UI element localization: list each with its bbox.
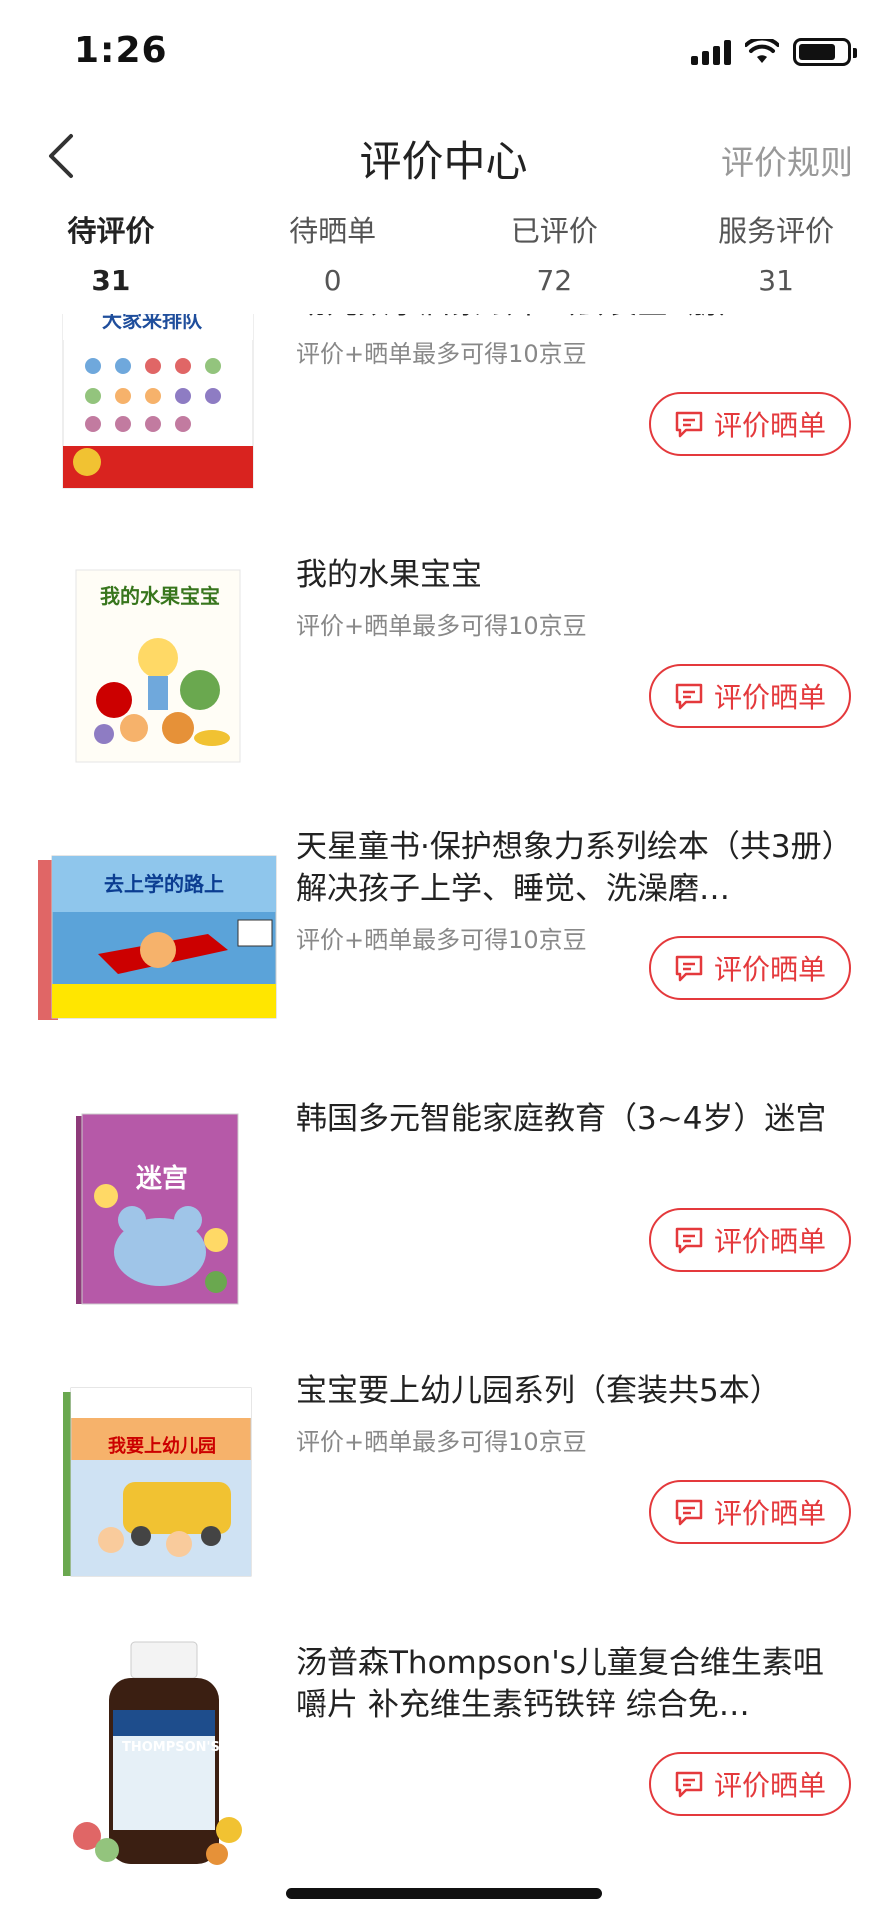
product-image[interactable]: 大家来排队 xyxy=(38,314,278,492)
product-image[interactable]: 去上学的路上 xyxy=(38,840,278,1036)
tab-pending-review[interactable]: 待评价 31 xyxy=(0,210,222,310)
tab-label: 已评价 xyxy=(510,214,598,248)
product-title[interactable]: 我的水果宝宝 xyxy=(296,554,844,596)
reward-hint: 评价+晒单最多可得10京豆 xyxy=(296,926,587,954)
review-button[interactable]: 评价晒单 xyxy=(649,1752,851,1816)
battery-icon xyxy=(793,38,857,66)
product-image[interactable]: THOMPSON'S xyxy=(38,1640,278,1870)
comment-icon xyxy=(675,955,703,982)
tab-count: 31 xyxy=(91,264,131,297)
tab-label: 待评价 xyxy=(67,214,155,248)
tab-service-review[interactable]: 服务评价 31 xyxy=(665,210,887,310)
tab-label: 服务评价 xyxy=(718,214,835,248)
list-item[interactable]: 去上学的路上 天星童书·保护想象力系列绘本（共3册）解决孩子上学、睡觉、洗澡磨…… xyxy=(0,800,887,1072)
list-item[interactable]: 迷宫 韩国多元智能家庭教育（3~4岁）迷宫 评价晒单 xyxy=(0,1072,887,1344)
review-button-label: 评价晒单 xyxy=(713,681,826,714)
review-button[interactable]: 评价晒单 xyxy=(649,1480,851,1544)
comment-icon xyxy=(675,1227,703,1254)
product-image[interactable]: 我要上幼儿园 xyxy=(38,1384,278,1580)
product-title[interactable]: 幼儿数字启蒙绘本（套装全3册） xyxy=(296,314,844,324)
review-button[interactable]: 评价晒单 xyxy=(649,664,851,728)
comment-icon xyxy=(675,683,703,710)
review-button-label: 评价晒单 xyxy=(713,1497,826,1530)
review-button-label: 评价晒单 xyxy=(713,1225,826,1258)
product-title[interactable]: 汤普森Thompson's儿童复合维生素咀嚼片 补充维生素钙铁锌 综合免… xyxy=(296,1642,844,1726)
tab-count: 31 xyxy=(758,264,794,297)
reward-hint: 评价+晒单最多可得10京豆 xyxy=(296,340,587,368)
product-image-title: THOMPSON'S xyxy=(122,1740,220,1755)
product-image-title: 我的水果宝宝 xyxy=(100,584,220,608)
product-title[interactable]: 韩国多元智能家庭教育（3~4岁）迷宫 xyxy=(296,1098,844,1140)
review-rules-link[interactable]: 评价规则 xyxy=(721,136,853,184)
nav-bar: 评价中心 评价规则 xyxy=(0,110,887,200)
reward-hint: 评价+晒单最多可得10京豆 xyxy=(296,1428,587,1456)
product-image-title: 迷宫 xyxy=(136,1164,189,1194)
product-image-title: 我要上幼儿园 xyxy=(108,1436,216,1457)
list-item[interactable]: 大家来排队 幼儿数字启蒙绘本（套装全3册） 评价+晒单最多可得10京豆 评价晒单 xyxy=(0,314,887,528)
product-image[interactable]: 我的水果宝宝 xyxy=(38,568,278,764)
order-list[interactable]: 大家来排队 幼儿数字启蒙绘本（套装全3册） 评价+晒单最多可得10京豆 评价晒单 xyxy=(0,314,887,1920)
status-icons xyxy=(691,38,857,66)
status-time: 1:26 xyxy=(74,30,168,71)
tab-bar: 待评价 31 待晒单 0 已评价 72 服务评价 31 xyxy=(0,210,887,310)
review-button-label: 评价晒单 xyxy=(713,409,826,442)
tab-pending-photos[interactable]: 待晒单 0 xyxy=(222,210,444,310)
comment-icon xyxy=(675,1499,703,1526)
review-button[interactable]: 评价晒单 xyxy=(649,936,851,1000)
status-bar: 1:26 xyxy=(0,0,887,110)
tab-label: 待晒单 xyxy=(289,214,377,248)
tab-count: 72 xyxy=(536,264,573,297)
signal-icon xyxy=(691,39,731,65)
review-button[interactable]: 评价晒单 xyxy=(649,1208,851,1272)
review-button[interactable]: 评价晒单 xyxy=(649,392,851,456)
home-indicator[interactable] xyxy=(286,1888,602,1899)
wifi-icon xyxy=(745,39,779,63)
reward-hint: 评价+晒单最多可得10京豆 xyxy=(296,612,587,640)
list-item[interactable]: 我要上幼儿园 宝宝要上幼儿园系列（套装共5本） 评价+晒单最多可得10京豆 评价… xyxy=(0,1344,887,1616)
review-button-label: 评价晒单 xyxy=(713,1769,826,1802)
product-title[interactable]: 天星童书·保护想象力系列绘本（共3册）解决孩子上学、睡觉、洗澡磨… xyxy=(296,826,844,910)
comment-icon xyxy=(675,411,703,438)
product-image-title: 大家来排队 xyxy=(102,314,202,332)
product-title[interactable]: 宝宝要上幼儿园系列（套装共5本） xyxy=(296,1370,844,1412)
tab-reviewed[interactable]: 已评价 72 xyxy=(444,210,666,310)
list-item[interactable]: 我的水果宝宝 我的水果宝宝 评价+晒单最多可得10京豆 评价晒单 xyxy=(0,528,887,800)
comment-icon xyxy=(675,1771,703,1798)
review-button-label: 评价晒单 xyxy=(713,953,826,986)
tab-count: 0 xyxy=(323,264,342,297)
list-item[interactable]: THOMPSON'S 汤普森Thompson's儿童复合维生素咀嚼片 补充维生素… xyxy=(0,1616,887,1888)
product-image[interactable]: 迷宫 xyxy=(38,1112,278,1308)
product-image-title: 去上学的路上 xyxy=(104,872,224,896)
